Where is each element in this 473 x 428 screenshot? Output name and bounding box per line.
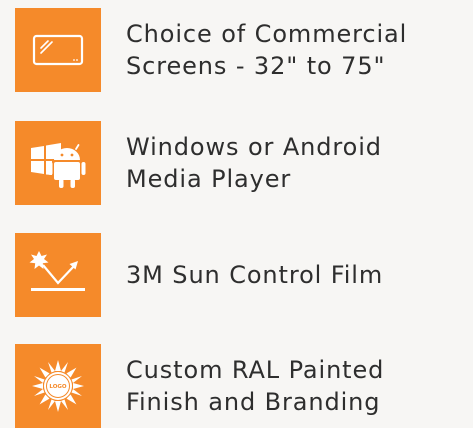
feature-icon-tile: LOGO: [15, 344, 101, 428]
feature-label: Windows or Android Media Player: [126, 121, 471, 205]
feature-media-player: Windows or Android Media Player: [15, 121, 465, 205]
feature-label-line: Choice of Commercial: [126, 20, 408, 48]
feature-icon-tile: [15, 233, 101, 317]
feature-label-line: Custom RAL Painted: [126, 356, 385, 384]
feature-label-line: Screens - 32" to 75": [126, 52, 386, 80]
feature-icon-tile: [15, 121, 101, 205]
feature-sun-control-film: 3M Sun Control Film: [15, 233, 465, 317]
commercial-screen-icon: [32, 34, 84, 66]
sun-control-film-icon: [29, 251, 85, 291]
windows-android-icon: [31, 143, 86, 188]
feature-label-line: Windows or Android: [126, 133, 382, 161]
feature-label-line: 3M Sun Control Film: [126, 261, 384, 289]
feature-list: Choice of Commercial Screens - 32" to 75…: [0, 0, 473, 428]
feature-label: Choice of Commercial Screens - 32" to 75…: [126, 8, 471, 92]
feature-label-line: Finish and Branding: [126, 388, 381, 416]
feature-ral-branding: LOGO Custom RAL Painted Finish and Brand…: [15, 344, 465, 428]
feature-icon-tile: [15, 8, 101, 92]
feature-commercial-screens: Choice of Commercial Screens - 32" to 75…: [15, 8, 465, 92]
page: { "features": [ { "icon": "commercial-sc…: [0, 0, 473, 428]
feature-label-line: Media Player: [126, 165, 292, 193]
sun-logo-branding-icon: LOGO: [32, 360, 84, 412]
logo-badge-text: LOGO: [49, 384, 66, 390]
feature-label: 3M Sun Control Film: [126, 233, 471, 317]
feature-label: Custom RAL Painted Finish and Branding: [126, 344, 471, 428]
